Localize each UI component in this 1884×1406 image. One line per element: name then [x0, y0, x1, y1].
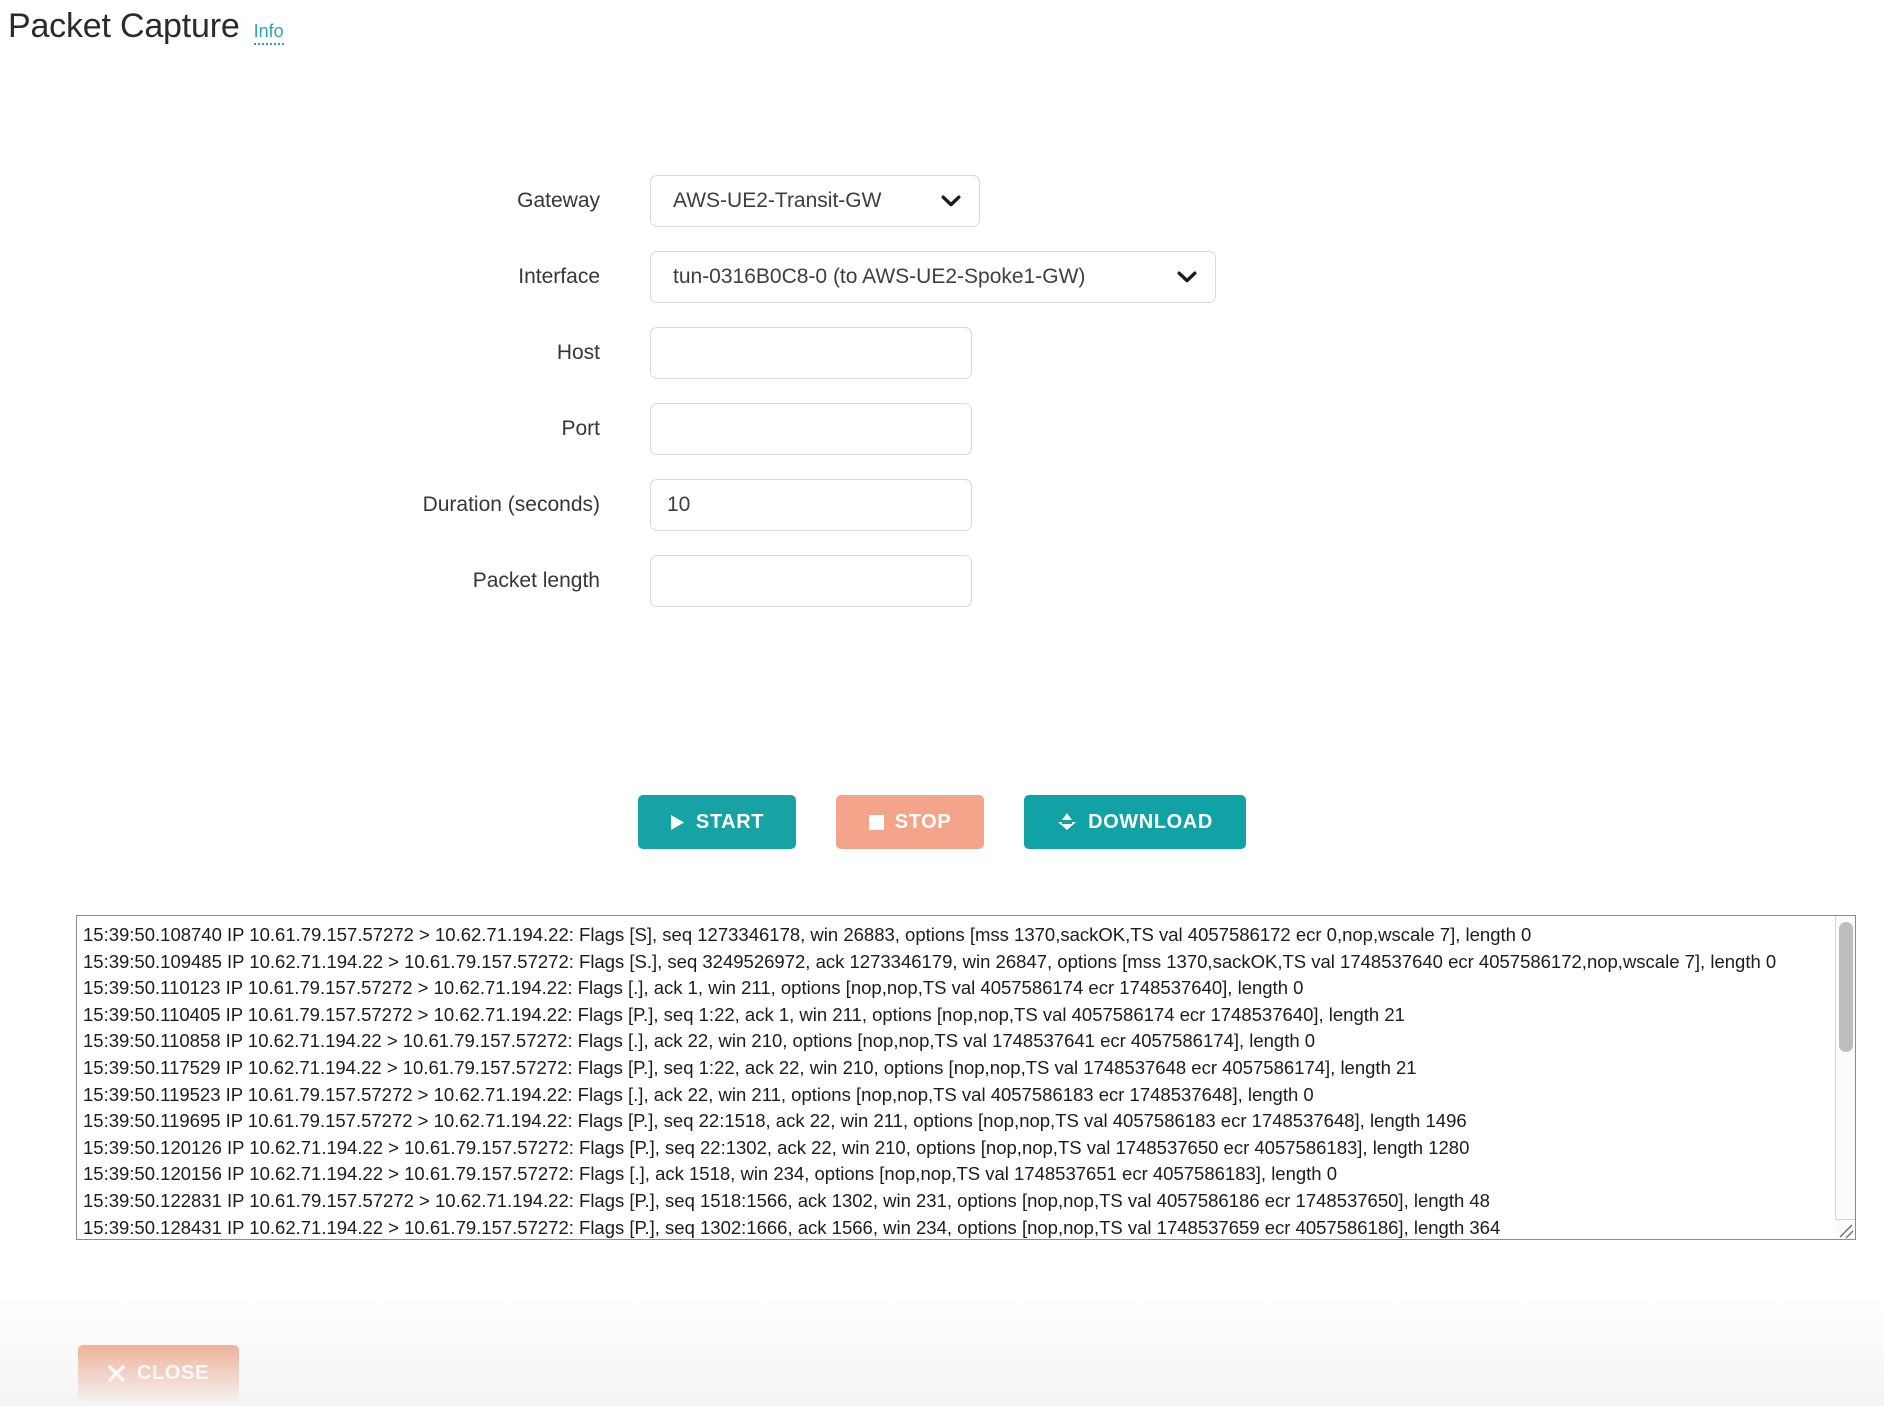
close-x-icon [108, 1364, 125, 1382]
stop-button-label: STOP [894, 810, 952, 833]
log-line: 15:39:50.128431 IP 10.62.71.194.22 > 10.… [83, 1216, 1501, 1238]
log-line: 15:39:50.119523 IP 10.61.79.157.57272 > … [83, 1083, 1314, 1105]
chevron-down-icon [1177, 271, 1197, 284]
interface-label: Interface [518, 265, 600, 289]
download-icon [1057, 813, 1077, 831]
duration-label: Duration (seconds) [422, 493, 600, 517]
page-header: Packet Capture Info [8, 6, 284, 47]
close-button-label: CLOSE [137, 1361, 209, 1384]
form-row-port: Port [0, 403, 1884, 455]
packet-capture-page: Packet Capture Info Gateway AWS-UE2-Tran… [0, 0, 1884, 1406]
chevron-down-icon [941, 195, 961, 208]
log-scrollbar[interactable] [1835, 916, 1855, 1239]
packet-length-label: Packet length [472, 569, 600, 593]
packet-capture-form: Gateway AWS-UE2-Transit-GW Interface tun… [0, 175, 1884, 631]
log-scrollbar-thumb[interactable] [1839, 922, 1853, 1052]
start-button[interactable]: START [638, 795, 796, 849]
host-control [650, 327, 972, 379]
port-label: Port [561, 417, 600, 441]
gateway-control: AWS-UE2-Transit-GW [650, 175, 980, 227]
start-button-label: START [695, 810, 765, 833]
log-line: 15:39:50.117529 IP 10.62.71.194.22 > 10.… [83, 1056, 1417, 1078]
log-line: 15:39:50.109485 IP 10.62.71.194.22 > 10.… [83, 950, 1777, 972]
gateway-label: Gateway [517, 189, 600, 213]
interface-select-value: tun-0316B0C8-0 (to AWS-UE2-Spoke1-GW) [673, 265, 1086, 288]
square-icon [868, 814, 884, 830]
footer-gradient [0, 1296, 1884, 1406]
interface-select[interactable]: tun-0316B0C8-0 (to AWS-UE2-Spoke1-GW) [650, 251, 1216, 303]
form-row-gateway: Gateway AWS-UE2-Transit-GW [0, 175, 1884, 227]
log-line: 15:39:50.110405 IP 10.61.79.157.57272 > … [83, 1003, 1405, 1025]
interface-control: tun-0316B0C8-0 (to AWS-UE2-Spoke1-GW) [650, 251, 1216, 303]
form-row-packet-length: Packet length [0, 555, 1884, 607]
host-label: Host [556, 341, 600, 365]
log-line: 15:39:50.120126 IP 10.62.71.194.22 > 10.… [83, 1136, 1470, 1158]
duration-input[interactable] [650, 479, 972, 531]
log-line: 15:39:50.110123 IP 10.61.79.157.57272 > … [83, 977, 1304, 999]
log-line: 15:39:50.108740 IP 10.61.79.157.57272 > … [83, 924, 1532, 945]
info-link[interactable]: Info [253, 21, 284, 45]
form-row-interface: Interface tun-0316B0C8-0 (to AWS-UE2-Spo… [0, 251, 1884, 303]
duration-control [650, 479, 972, 531]
packet-length-control [650, 555, 972, 607]
port-control [650, 403, 972, 455]
download-button[interactable]: DOWNLOAD [1024, 795, 1246, 849]
form-row-duration: Duration (seconds) [0, 479, 1884, 531]
gateway-select[interactable]: AWS-UE2-Transit-GW [650, 175, 980, 227]
close-button[interactable]: CLOSE [78, 1345, 239, 1401]
stop-button[interactable]: STOP [836, 795, 984, 849]
log-line: 15:39:50.119695 IP 10.61.79.157.57272 > … [83, 1110, 1467, 1132]
port-input[interactable] [650, 403, 972, 455]
gateway-select-value: AWS-UE2-Transit-GW [673, 189, 882, 212]
log-line: 15:39:50.122831 IP 10.61.79.157.57272 > … [83, 1189, 1490, 1211]
capture-output-textarea[interactable]: 15:39:50.108740 IP 10.61.79.157.57272 > … [76, 915, 1856, 1240]
form-row-host: Host [0, 327, 1884, 379]
capture-output-lines: 15:39:50.108740 IP 10.61.79.157.57272 > … [77, 916, 1835, 1239]
packet-length-input[interactable] [650, 555, 972, 607]
log-line: 15:39:50.120156 IP 10.62.71.194.22 > 10.… [83, 1163, 1338, 1185]
page-title: Packet Capture [8, 7, 240, 45]
download-button-label: DOWNLOAD [1088, 810, 1213, 833]
close-bar: CLOSE [78, 1345, 239, 1401]
host-input[interactable] [650, 327, 972, 379]
log-line: 15:39:50.110858 IP 10.62.71.194.22 > 10.… [83, 1030, 1316, 1052]
action-button-bar: START STOP DOWNLOAD [0, 795, 1884, 849]
play-icon [670, 814, 685, 831]
textarea-resize-handle[interactable] [1835, 1219, 1855, 1239]
